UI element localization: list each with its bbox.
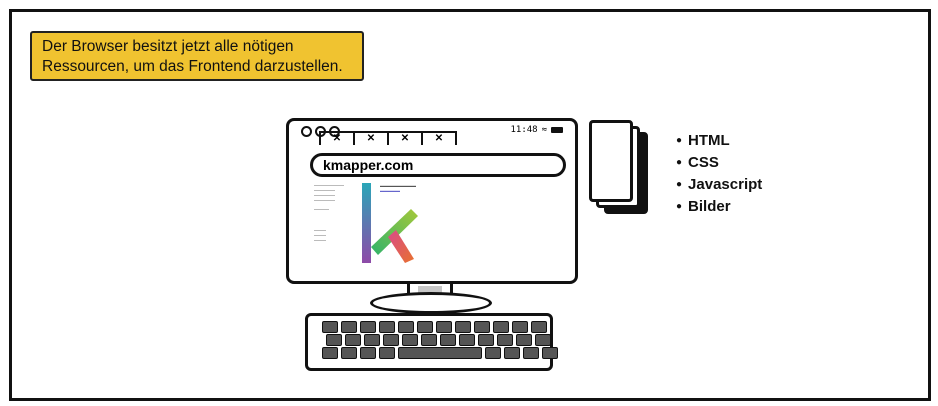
key xyxy=(516,334,532,346)
key xyxy=(383,334,399,346)
key xyxy=(440,334,456,346)
key xyxy=(421,334,437,346)
battery-icon xyxy=(551,127,563,133)
key xyxy=(341,347,357,359)
rendered-page: ▬▬▬▬▬▬▬▬▬ ▬▬▬▬▬ xyxy=(310,181,555,265)
key xyxy=(459,334,475,346)
resource-item-javascript: Javascript xyxy=(676,175,762,197)
kmapper-logo-icon xyxy=(362,183,418,263)
browser-tab: ✕ xyxy=(421,131,457,145)
resource-list: HTML CSS Javascript Bilder xyxy=(676,131,762,219)
key xyxy=(493,321,509,333)
key xyxy=(523,347,539,359)
keyboard-row xyxy=(322,321,547,333)
key xyxy=(478,334,494,346)
clock: 11:48 xyxy=(510,125,538,135)
caption-box: Der Browser besitzt jetzt alle nötigen R… xyxy=(30,31,364,81)
key xyxy=(504,347,520,359)
status-bar: 11:48 ≈ xyxy=(510,125,563,135)
key xyxy=(326,334,342,346)
key xyxy=(379,347,395,359)
key xyxy=(341,321,357,333)
key xyxy=(485,347,501,359)
key xyxy=(474,321,490,333)
key xyxy=(402,334,418,346)
key xyxy=(398,321,414,333)
keyboard-row xyxy=(326,334,551,346)
document-icon xyxy=(589,120,633,202)
caption-line-1: Der Browser besitzt jetzt alle nötigen xyxy=(42,38,294,55)
spacebar-key xyxy=(398,347,482,359)
key xyxy=(379,321,395,333)
window-dot-icon xyxy=(301,126,312,137)
monitor-stand-base xyxy=(370,292,492,314)
key xyxy=(512,321,528,333)
page-sidebar xyxy=(314,185,344,245)
key xyxy=(531,321,547,333)
key xyxy=(322,347,338,359)
key xyxy=(345,334,361,346)
resource-item-bilder: Bilder xyxy=(676,197,762,219)
key xyxy=(364,334,380,346)
key xyxy=(497,334,513,346)
key xyxy=(360,347,376,359)
key xyxy=(535,334,551,346)
browser-tab: ✕ xyxy=(353,131,389,145)
resource-item-css: CSS xyxy=(676,153,762,175)
browser-tab: ✕ xyxy=(319,131,355,145)
key xyxy=(417,321,433,333)
page-link-placeholder: ▬▬▬▬▬ xyxy=(380,188,400,193)
key xyxy=(322,321,338,333)
key xyxy=(360,321,376,333)
address-bar: kmapper.com xyxy=(310,153,566,177)
caption-line-2: Ressourcen, um das Frontend darzustellen… xyxy=(42,58,343,75)
key xyxy=(455,321,471,333)
resource-item-html: HTML xyxy=(676,131,762,153)
key xyxy=(436,321,452,333)
browser-titlebar: ✕ ✕ ✕ ✕ 11:48 ≈ xyxy=(289,121,575,145)
key xyxy=(542,347,558,359)
monitor: ✕ ✕ ✕ ✕ 11:48 ≈ kmapper.com ▬▬▬▬▬▬▬▬▬ ▬▬… xyxy=(286,118,578,284)
keyboard xyxy=(305,313,558,371)
browser-tab: ✕ xyxy=(387,131,423,145)
keyboard-row xyxy=(322,347,558,359)
browser-tabs: ✕ ✕ ✕ ✕ xyxy=(319,131,457,145)
wifi-icon: ≈ xyxy=(541,125,547,135)
